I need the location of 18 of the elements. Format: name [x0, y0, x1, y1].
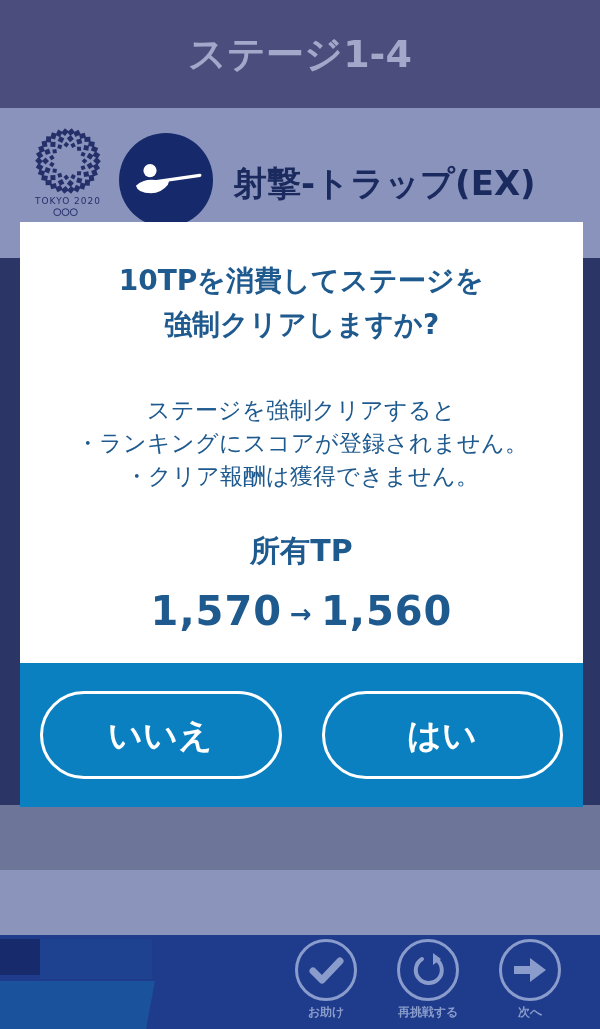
tp-change: 1,570 → 1,560 — [150, 587, 453, 636]
dialog-title: 10TPを消費してステージを 強制クリアしますか? — [118, 263, 485, 343]
next-button[interactable]: 次へ — [485, 939, 575, 1020]
dialog-note: ・ランキングにスコアが登録されません。 — [75, 429, 528, 458]
checkered-ring-logo-icon — [35, 128, 101, 194]
stage-title: ステージ1-4 — [188, 35, 412, 73]
event-name: 射撃-トラップ(EX) — [233, 166, 536, 200]
help-button[interactable]: お助け — [281, 939, 371, 1020]
check-circle-icon — [295, 939, 357, 1001]
tp-label: 所有TP — [250, 532, 353, 570]
arrow-right-circle-icon — [499, 939, 561, 1001]
no-button[interactable]: いいえ — [40, 691, 282, 779]
retry-button[interactable]: 再挑戦する — [383, 939, 473, 1020]
refresh-circle-icon — [397, 939, 459, 1001]
dialog-intro: ステージを強制クリアすると — [147, 396, 456, 425]
logo-text: TOKYO 2020 — [35, 196, 101, 206]
dialog-note: ・クリア報酬は獲得できません。 — [124, 462, 479, 491]
yes-button[interactable]: はい — [321, 691, 563, 779]
